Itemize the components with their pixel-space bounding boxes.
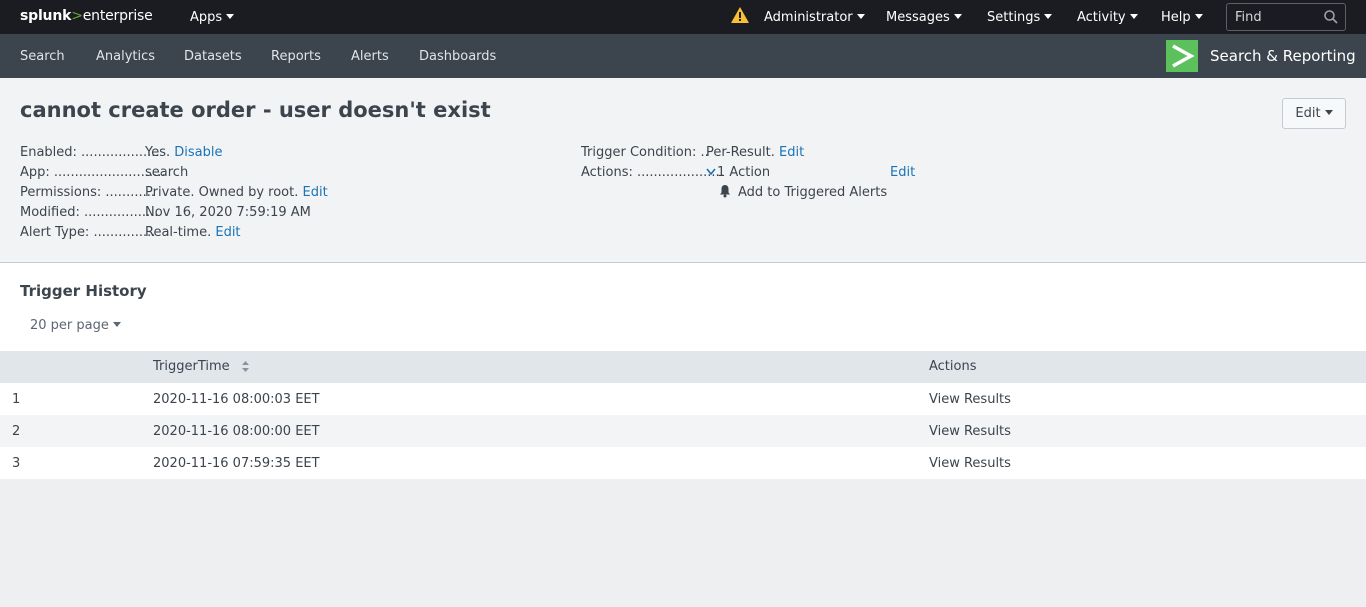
disable-link[interactable]: Disable: [174, 145, 222, 160]
page-title: cannot create order - user doesn't exist: [20, 98, 491, 122]
user-menu[interactable]: Administrator: [764, 10, 865, 25]
detail-value: search: [145, 165, 189, 180]
sort-icon: [241, 361, 249, 372]
logo-splunk-text: splunk: [20, 8, 72, 24]
edit-button-label: Edit: [1295, 106, 1321, 121]
action-item: Add to Triggered Alerts: [738, 185, 888, 200]
nav-alerts[interactable]: Alerts: [351, 49, 389, 64]
detail-label: Permissions: ............: [20, 185, 155, 200]
nav-datasets[interactable]: Datasets: [184, 49, 242, 64]
logo-chevron: >: [71, 8, 83, 24]
table-row: 3 2020-11-16 07:59:35 EET View Results: [0, 447, 1366, 479]
help-menu[interactable]: Help: [1161, 10, 1203, 25]
chevron-down-icon: [1194, 14, 1203, 19]
view-results-link[interactable]: View Results: [929, 456, 1011, 471]
detail-label: Modified: ..................: [20, 205, 159, 220]
chevron-down-icon: [1044, 14, 1053, 19]
settings-menu-label: Settings: [987, 10, 1041, 25]
edit-actions-link[interactable]: Edit: [890, 165, 915, 180]
chevron-down-icon[interactable]: [706, 168, 716, 176]
detail-value: Per-Result.: [706, 145, 775, 160]
column-header-actions: Actions: [929, 359, 977, 374]
apps-menu[interactable]: Apps: [190, 10, 235, 25]
warning-icon[interactable]: [731, 7, 749, 23]
find-placeholder: Find: [1235, 10, 1262, 25]
section-title: Trigger History: [20, 282, 147, 300]
chevron-down-icon: [856, 14, 865, 19]
settings-menu[interactable]: Settings: [987, 10, 1053, 25]
detail-label: App: ...........................: [20, 165, 166, 180]
row-trigger-time: 2020-11-16 07:59:35 EET: [153, 456, 320, 471]
top-bar: splunk>enterprise Apps Administrator Mes…: [0, 0, 1366, 34]
view-results-link[interactable]: View Results: [929, 424, 1011, 439]
detail-value: Yes.: [145, 145, 171, 160]
edit-trigger-link[interactable]: Edit: [779, 145, 804, 160]
chevron-down-icon: [112, 322, 121, 327]
nav-reports[interactable]: Reports: [271, 49, 321, 64]
logo-enterprise-text: enterprise: [82, 8, 153, 24]
detail-label: Alert Type: ...............: [20, 225, 156, 240]
app-nav-bar: Search Analytics Datasets Reports Alerts…: [0, 34, 1366, 78]
chevron-down-icon: [226, 14, 235, 19]
detail-label: Enabled: ...................: [20, 145, 160, 160]
table-header: TriggerTime Actions: [0, 351, 1366, 383]
detail-label: Actions: .....................: [581, 165, 724, 180]
app-title[interactable]: Search & Reporting: [1210, 47, 1356, 65]
table-row: 2 2020-11-16 08:00:00 EET View Results: [0, 415, 1366, 447]
activity-menu[interactable]: Activity: [1077, 10, 1138, 25]
find-input[interactable]: Find: [1226, 3, 1346, 31]
edit-button[interactable]: Edit: [1282, 98, 1346, 129]
view-results-link[interactable]: View Results: [929, 392, 1011, 407]
detail-label: Trigger Condition: ..: [581, 145, 709, 160]
row-index: 1: [12, 392, 21, 407]
row-trigger-time: 2020-11-16 08:00:03 EET: [153, 392, 320, 407]
chevron-down-icon: [953, 14, 962, 19]
row-index: 3: [12, 456, 21, 471]
table-row: 1 2020-11-16 08:00:03 EET View Results: [0, 383, 1366, 415]
detail-value: Private. Owned by root.: [145, 185, 299, 200]
messages-menu-label: Messages: [886, 10, 950, 25]
nav-analytics[interactable]: Analytics: [96, 49, 155, 64]
apps-menu-label: Apps: [190, 10, 223, 25]
search-icon: [1324, 10, 1338, 24]
chevron-down-icon: [1129, 14, 1138, 19]
bell-icon: [720, 185, 730, 198]
column-header-label: TriggerTime: [153, 359, 230, 374]
activity-menu-label: Activity: [1077, 10, 1126, 25]
splunk-logo[interactable]: splunk>enterprise: [20, 8, 153, 24]
app-badge-icon[interactable]: [1166, 40, 1198, 72]
detail-value: Nov 16, 2020 7:59:19 AM: [145, 205, 311, 220]
nav-search[interactable]: Search: [20, 49, 65, 64]
messages-menu[interactable]: Messages: [886, 10, 962, 25]
chevron-right-icon: [1172, 44, 1195, 68]
user-menu-label: Administrator: [764, 10, 853, 25]
per-page-label: 20 per page: [30, 318, 109, 333]
edit-permissions-link[interactable]: Edit: [303, 185, 328, 200]
detail-value[interactable]: 1 Action: [717, 165, 770, 180]
row-index: 2: [12, 424, 21, 439]
help-menu-label: Help: [1161, 10, 1191, 25]
row-trigger-time: 2020-11-16 08:00:00 EET: [153, 424, 320, 439]
detail-value: Real-time.: [145, 225, 212, 240]
chevron-down-icon: [1324, 110, 1333, 115]
nav-dashboards[interactable]: Dashboards: [419, 49, 496, 64]
trigger-history-panel: Trigger History 20 per page TriggerTime …: [0, 263, 1366, 479]
edit-alert-type-link[interactable]: Edit: [215, 225, 240, 240]
per-page-select[interactable]: 20 per page: [30, 318, 121, 333]
column-header-trigger-time[interactable]: TriggerTime: [153, 359, 249, 374]
